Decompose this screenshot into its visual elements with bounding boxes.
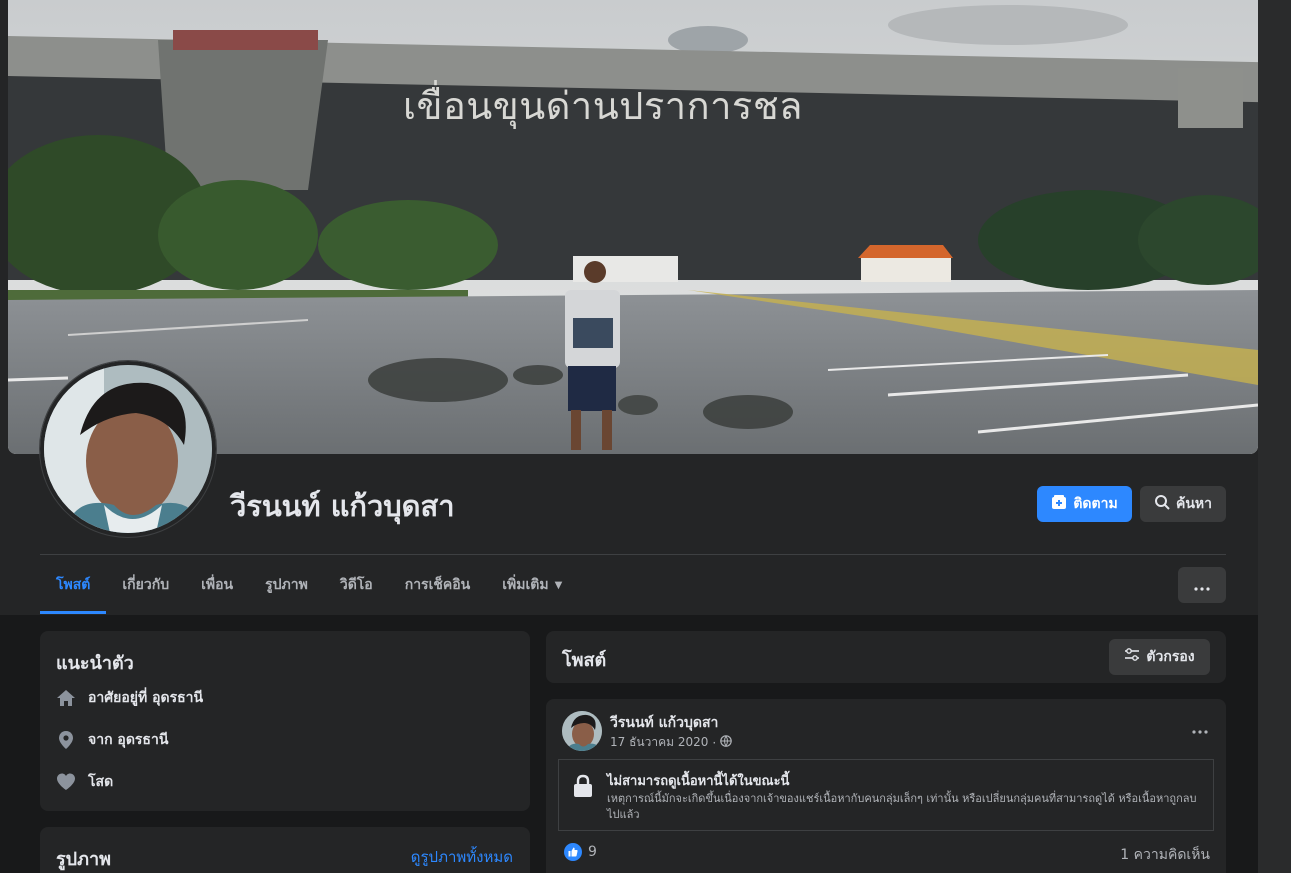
search-button[interactable]: ค้นหา xyxy=(1140,486,1226,522)
intro-item-from: จาก อุดรธานี xyxy=(56,729,168,751)
post-meta: 17 ธันวาคม 2020 · xyxy=(610,733,733,752)
post-author-name[interactable]: วีรนนท์ แก้วบุดสา xyxy=(610,712,718,734)
comments-count[interactable]: 1 ความคิดเห็น xyxy=(1120,844,1210,866)
post-card: วีรนนท์ แก้วบุดสา 17 ธันวาคม 2020 · ไม่ส… xyxy=(546,699,1226,873)
search-label: ค้นหา xyxy=(1175,496,1213,512)
post-options-button[interactable] xyxy=(1192,719,1208,738)
more-options-button[interactable] xyxy=(1178,567,1226,603)
filter-button[interactable]: ตัวกรอง xyxy=(1109,639,1210,675)
unavailable-title: ไม่สามารถดูเนื้อหานี้ได้ในขณะนี้ xyxy=(607,774,790,789)
meta-separator: · xyxy=(712,735,717,750)
follow-icon xyxy=(1051,494,1067,514)
search-icon xyxy=(1154,494,1170,514)
profile-name: วีรนนท์ แก้วบุดสา xyxy=(230,489,455,523)
post-date[interactable]: 17 ธันวาคม 2020 xyxy=(610,733,708,752)
tab-videos[interactable]: วิดีโอ xyxy=(324,556,389,614)
cover-sign-text: เขื่อนขุนด่านปราการชล xyxy=(403,84,803,128)
cover-photo-image xyxy=(8,0,1258,454)
scrollbar-track[interactable] xyxy=(1258,0,1291,873)
intro-card: แนะนำตัว อาศัยอยู่ที่ อุดรธานี จาก อุดรธ… xyxy=(40,631,530,811)
likes-count: 9 xyxy=(588,844,597,860)
photos-card: รูปภาพ ดูรูปภาพทั้งหมด xyxy=(40,827,530,873)
posts-header-card: โพสต์ ตัวกรอง xyxy=(546,631,1226,683)
more-dots-icon xyxy=(1194,576,1210,595)
heart-icon xyxy=(56,772,76,792)
tab-friends[interactable]: เพื่อน xyxy=(185,556,249,614)
intro-item-lives: อาศัยอยู่ที่ อุดรธานี xyxy=(56,687,203,709)
tab-photos[interactable]: รูปภาพ xyxy=(249,556,324,614)
tab-posts[interactable]: โพสต์ xyxy=(40,556,107,614)
post-author-avatar[interactable] xyxy=(562,711,602,751)
caret-down-icon: ▼ xyxy=(554,579,563,591)
photos-title: รูปภาพ xyxy=(56,849,111,870)
see-all-photos-link[interactable]: ดูรูปภาพทั้งหมด xyxy=(411,845,513,869)
reactions-summary[interactable]: 9 xyxy=(564,843,597,861)
tab-about[interactable]: เกี่ยวกับ xyxy=(106,556,185,614)
profile-avatar[interactable] xyxy=(40,361,216,537)
like-icon xyxy=(564,843,582,861)
avatar-image xyxy=(44,365,212,533)
globe-icon[interactable] xyxy=(720,735,733,750)
follow-button[interactable]: ติดตาม xyxy=(1037,486,1132,522)
tab-more[interactable]: เพิ่มเติม ▼ xyxy=(486,556,578,614)
lock-icon xyxy=(573,774,593,802)
intro-title: แนะนำตัว xyxy=(56,653,134,674)
home-icon xyxy=(56,688,76,708)
more-dots-icon xyxy=(1192,719,1208,738)
header-divider xyxy=(40,554,1226,555)
posts-title: โพสต์ xyxy=(562,650,607,671)
profile-tabs: โพสต์ เกี่ยวกับ เพื่อน รูปภาพ วิดีโอ การ… xyxy=(40,556,578,614)
unavailable-description: เหตุการณ์นี้มักจะเกิดขึ้นเนื่องจากเจ้าขอ… xyxy=(607,792,1197,821)
intro-item-relationship: โสด xyxy=(56,771,113,793)
unavailable-content-box: ไม่สามารถดูเนื้อหานี้ได้ในขณะนี้ เหตุการ… xyxy=(558,759,1214,831)
filter-label: ตัวกรอง xyxy=(1146,649,1195,665)
location-pin-icon xyxy=(56,730,76,750)
cover-photo[interactable]: เขื่อนขุนด่านปราการชล xyxy=(8,0,1258,454)
tab-checkins[interactable]: การเช็คอิน xyxy=(389,556,487,614)
filter-icon xyxy=(1124,648,1140,666)
follow-label: ติดตาม xyxy=(1073,496,1118,512)
